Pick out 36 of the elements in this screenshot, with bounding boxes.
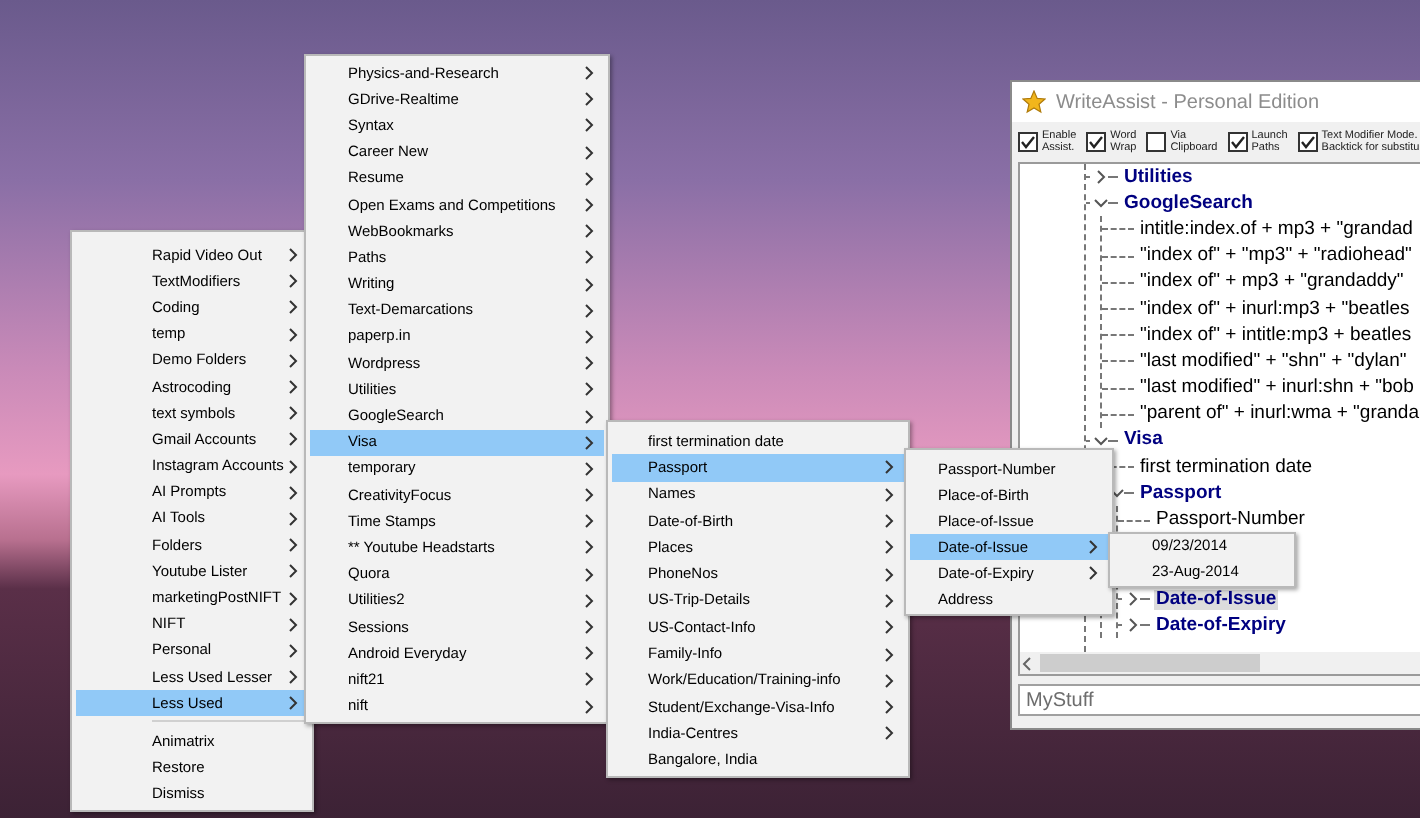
tree-folder-label[interactable]: Date-of-Expiry [1154,615,1288,636]
tree-item-label[interactable]: "index of" + mp3 + "grandaddy" [1138,272,1406,293]
checkbox[interactable] [1227,132,1248,152]
collapse-icon[interactable] [1094,196,1108,211]
tree-item-label[interactable]: "index of" + "mp3" + "radiohead" [1138,246,1414,267]
checkbox[interactable] [1297,132,1318,152]
tree-folder-label[interactable]: GoogleSearch [1122,193,1255,214]
check-icon [1229,134,1246,150]
tree-folder-label[interactable]: Visa [1122,430,1165,451]
window-title: WriteAssist - Personal Edition [1056,91,1320,113]
checkbox[interactable] [1086,132,1107,152]
text-field[interactable]: MyStuff [1018,684,1420,716]
tree-folder-label[interactable]: Utilities [1122,167,1195,188]
tree-item-label[interactable]: "parent of" + inurl:wma + "granda [1138,404,1420,425]
check-icon [1020,134,1036,150]
scrollbar-thumb[interactable] [1040,654,1260,672]
expand-icon[interactable] [1126,592,1140,607]
tree-item-label[interactable]: "last modified" + "shn" + "dylan" [1138,351,1409,372]
tree-folder-label[interactable]: Passport [1138,483,1224,504]
tree-item-label[interactable]: Passport-Number [1154,510,1307,531]
tree-item-label[interactable]: "last modified" + inurl:shn + "bob [1138,378,1416,399]
expand-icon[interactable] [1126,618,1140,633]
checkbox[interactable] [1018,132,1038,152]
scroll-left-icon[interactable] [1020,655,1036,671]
horizontal-scrollbar[interactable] [1020,652,1420,674]
tree-item-label[interactable]: "index of" + inurl:mp3 + "beatles [1138,299,1412,320]
check-icon [1299,134,1316,150]
checkbox[interactable] [1146,132,1167,152]
tree-item-label[interactable]: first termination date [1138,457,1315,478]
tree-folder-label[interactable]: Date-of-Issue [1154,589,1279,610]
collapse-icon[interactable] [1094,433,1108,448]
expand-icon[interactable] [1094,170,1108,185]
tree-item-label[interactable]: "index of" + intitle:mp3 + beatles [1138,325,1414,346]
check-icon [1088,134,1105,150]
tree-item-label[interactable]: intitle:index.of + mp3 + "grandad [1138,219,1415,240]
star-icon [1022,90,1046,114]
